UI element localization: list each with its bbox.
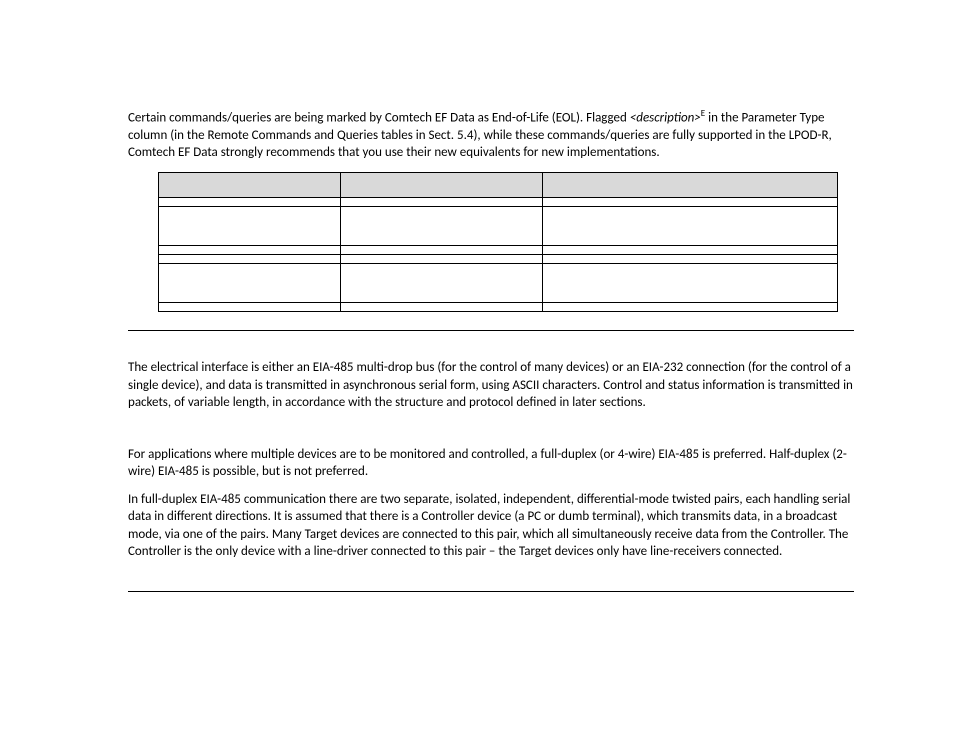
eol-table [158,172,838,312]
cell [341,197,542,206]
cell [159,302,341,311]
table-header-row [159,172,838,197]
intro-paragraph: Certain commands/queries are being marke… [128,108,854,162]
table-row [159,206,838,245]
cell [341,254,542,263]
table-row [159,263,838,302]
cell [341,302,542,311]
document-page: Certain commands/queries are being marke… [0,0,954,738]
cell [159,245,341,254]
cell [542,254,837,263]
th-3 [542,172,837,197]
cell [159,263,341,302]
table-row [159,302,838,311]
intro-text-b: <description> [630,110,701,125]
cell [341,206,542,245]
table-row [159,245,838,254]
cell [542,245,837,254]
th-2 [341,172,542,197]
cell [542,197,837,206]
cell [542,206,837,245]
table-row [159,254,838,263]
cell [159,206,341,245]
cell [341,245,542,254]
eia485-p1: For applications where multiple devices … [128,446,854,481]
cell [159,254,341,263]
cell [159,197,341,206]
eia485-p2: In full-duplex EIA-485 communication the… [128,491,854,561]
content-area: Certain commands/queries are being marke… [128,108,854,610]
th-1 [159,172,341,197]
cell [341,263,542,302]
intro-text-a: Certain commands/queries are being marke… [128,110,630,125]
cell [542,263,837,302]
section-divider [128,330,854,331]
section-divider [128,591,854,592]
cell [542,302,837,311]
electrical-intro: The electrical interface is either an EI… [128,359,854,412]
table-row [159,197,838,206]
